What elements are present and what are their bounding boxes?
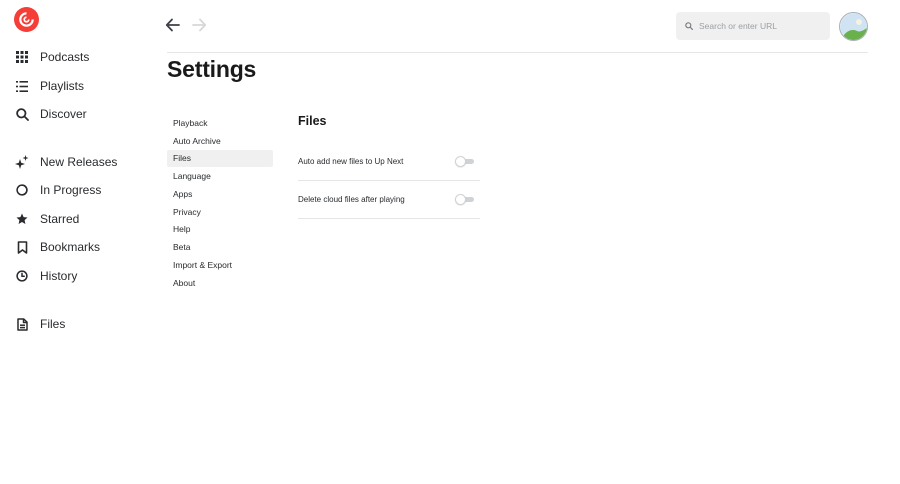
grid-icon	[14, 49, 30, 65]
clock-icon	[14, 268, 30, 284]
arrow-left-icon	[164, 18, 182, 38]
settings-nav: Playback Auto Archive Files Language App…	[167, 114, 273, 292]
forward-button[interactable]	[190, 16, 208, 34]
sidebar-item-files[interactable]: Files	[14, 312, 65, 336]
progress-circle-icon	[14, 182, 30, 198]
header-divider	[167, 52, 868, 53]
avatar[interactable]	[839, 12, 868, 41]
auto-add-up-next-toggle[interactable]	[455, 156, 475, 167]
sidebar-item-label: New Releases	[40, 155, 118, 169]
arrow-right-icon	[190, 18, 208, 38]
sidebar-item-label: In Progress	[40, 183, 102, 197]
search-input[interactable]	[699, 21, 819, 31]
sparkle-icon	[14, 154, 30, 170]
list-icon	[14, 78, 30, 94]
setting-row-auto-add-up-next: Auto add new files to Up Next	[298, 143, 480, 181]
settings-nav-apps[interactable]: Apps	[167, 185, 273, 203]
sidebar-item-discover[interactable]: Discover	[14, 102, 87, 126]
setting-label: Delete cloud files after playing	[298, 195, 405, 204]
sidebar-item-playlists[interactable]: Playlists	[14, 74, 84, 98]
sidebar-item-label: Podcasts	[40, 50, 90, 64]
delete-cloud-files-toggle[interactable]	[455, 194, 475, 205]
setting-row-delete-cloud-files: Delete cloud files after playing	[298, 181, 480, 219]
sidebar-item-starred[interactable]: Starred	[14, 207, 79, 231]
sidebar-item-label: Bookmarks	[40, 240, 101, 254]
sidebar-item-history[interactable]: History	[14, 264, 77, 288]
search-bar[interactable]	[676, 12, 830, 40]
search-icon	[685, 17, 694, 35]
sidebar-item-bookmarks[interactable]: Bookmarks	[14, 235, 100, 259]
settings-nav-language[interactable]: Language	[167, 167, 273, 185]
settings-nav-beta[interactable]: Beta	[167, 238, 273, 256]
sidebar-item-in-progress[interactable]: In Progress	[14, 178, 101, 202]
settings-nav-import-export[interactable]: Import & Export	[167, 256, 273, 274]
page-title: Settings	[167, 56, 257, 82]
sidebar-item-label: Files	[40, 317, 66, 331]
settings-nav-files[interactable]: Files	[167, 149, 273, 168]
search-icon	[14, 106, 30, 122]
sidebar-item-label: Discover	[40, 107, 87, 121]
sidebar-item-label: Starred	[40, 212, 80, 226]
settings-nav-help[interactable]: Help	[167, 221, 273, 239]
settings-nav-privacy[interactable]: Privacy	[167, 203, 273, 221]
sidebar-item-label: Playlists	[40, 79, 85, 93]
bookmark-icon	[14, 239, 30, 255]
sidebar-item-new-releases[interactable]: New Releases	[14, 150, 117, 174]
settings-nav-playback[interactable]: Playback	[167, 114, 273, 132]
sidebar-item-label: History	[40, 269, 78, 283]
back-button[interactable]	[164, 16, 182, 34]
settings-nav-auto-archive[interactable]: Auto Archive	[167, 132, 273, 150]
sidebar-item-podcasts[interactable]: Podcasts	[14, 45, 89, 69]
star-icon	[14, 211, 30, 227]
pocket-casts-logo[interactable]	[14, 7, 39, 32]
setting-label: Auto add new files to Up Next	[298, 157, 404, 166]
settings-nav-about[interactable]: About	[167, 274, 273, 292]
file-icon	[14, 316, 30, 332]
panel-title: Files	[298, 114, 327, 128]
